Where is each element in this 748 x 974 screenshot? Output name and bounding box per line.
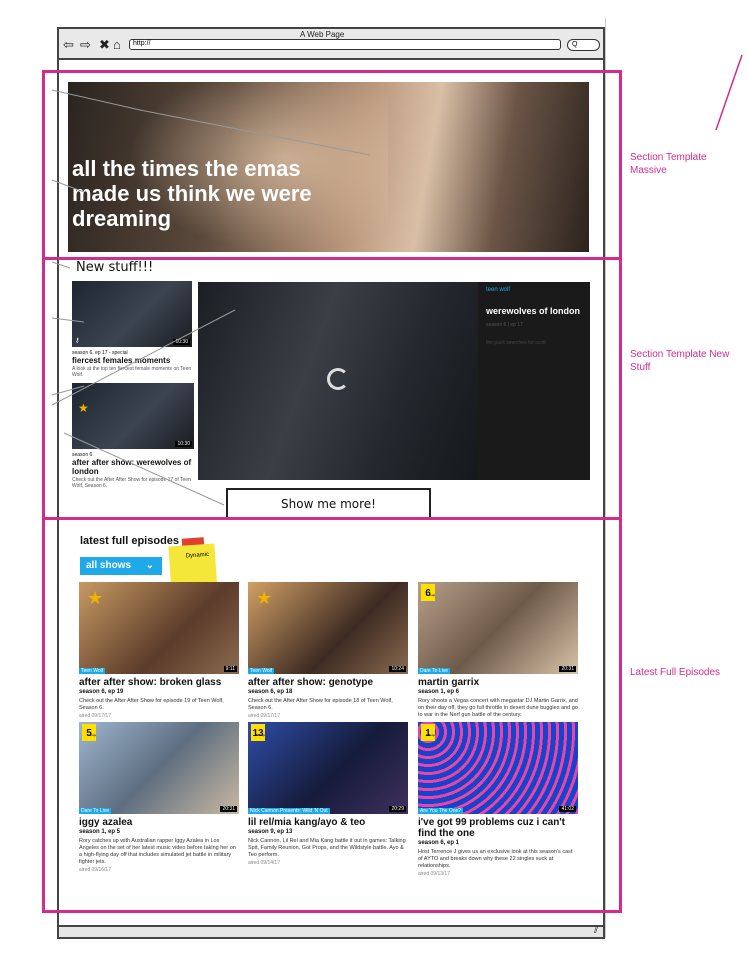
wireframe-link-line (51, 89, 141, 111)
wireframe-link-line (51, 309, 236, 406)
wireframe-link-line (51, 317, 85, 323)
annotation-arrows (51, 54, 743, 506)
wireframe-link-line (139, 109, 371, 156)
wireframe-link-line (51, 261, 71, 269)
wireframe-link-line (63, 432, 225, 506)
annotation-pointer-line (715, 54, 743, 131)
wireframe-link-line (51, 179, 85, 193)
